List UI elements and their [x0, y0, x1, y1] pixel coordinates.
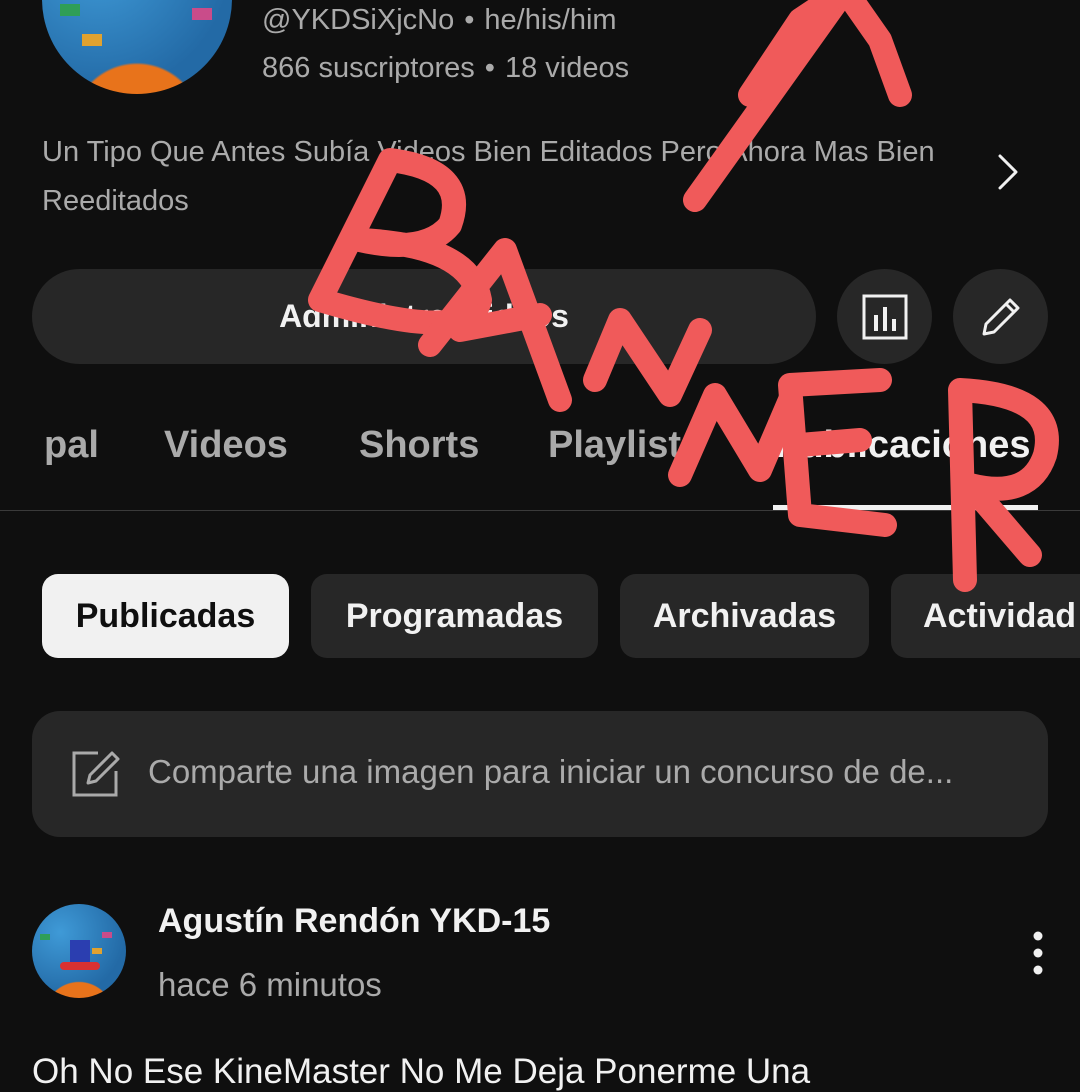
tab-posts[interactable]: Publicaciones — [775, 424, 1031, 467]
compose-icon — [72, 751, 120, 797]
edit-channel-button[interactable] — [953, 269, 1048, 364]
subscriber-count: 866 suscriptores — [262, 52, 475, 84]
compose-post-box[interactable]: Comparte una imagen para iniciar un conc… — [32, 711, 1048, 837]
channel-description[interactable]: Un Tipo Que Antes Subía Videos Bien Edit… — [42, 128, 972, 226]
tab-videos[interactable]: Videos — [164, 424, 288, 467]
chip-programadas[interactable]: Programadas — [311, 574, 598, 658]
tabs-divider — [0, 510, 1080, 511]
post-timestamp: hace 6 minutos — [158, 966, 382, 1003]
more-options-icon[interactable] — [1022, 928, 1054, 978]
analytics-button[interactable] — [837, 269, 932, 364]
channel-handle: @YKDSiXjcNo — [262, 4, 455, 36]
channel-handle-line: @YKDSiXjcNo • he/his/him — [262, 4, 617, 37]
chip-archivadas[interactable]: Archivadas — [620, 574, 869, 658]
tab-home[interactable]: pal — [44, 424, 99, 467]
chevron-right-icon[interactable] — [992, 150, 1022, 194]
pencil-icon — [982, 298, 1019, 335]
tab-shorts[interactable]: Shorts — [359, 424, 479, 467]
separator-dot: • — [484, 52, 495, 84]
video-count: 18 videos — [504, 52, 630, 84]
compose-placeholder: Comparte una imagen para iniciar un conc… — [148, 753, 954, 790]
channel-stats: 866 suscriptores • 18 videos — [262, 52, 629, 85]
chip-actividad[interactable]: Actividad — [891, 574, 1080, 658]
letter-r — [948, 378, 1059, 592]
manage-videos-button[interactable]: Administrar videos — [32, 269, 816, 364]
analytics-icon — [862, 294, 907, 339]
channel-avatar[interactable] — [42, 0, 232, 94]
tab-playlists[interactable]: Playlists — [548, 424, 702, 467]
post-author-avatar[interactable] — [32, 904, 126, 998]
post-author-name[interactable]: Agustín Rendón YKD-15 — [158, 902, 550, 941]
chip-publicadas[interactable]: Publicadas — [42, 574, 289, 658]
channel-pronouns: he/his/him — [484, 4, 617, 36]
separator-dot: • — [464, 4, 475, 36]
post-body-text: Oh No Ese KineMaster No Me Deja Ponerme … — [32, 1052, 811, 1091]
arrow-head — [738, 0, 912, 107]
